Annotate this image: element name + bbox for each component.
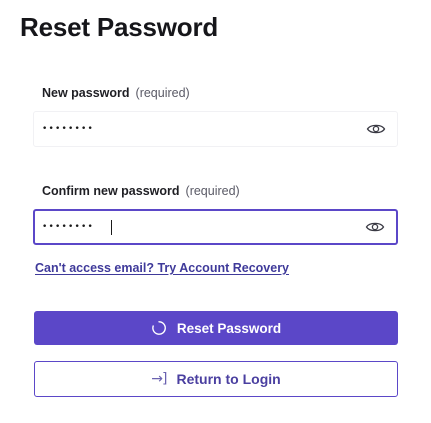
confirm-password-label: Confirm new password (required) <box>42 184 240 198</box>
confirm-password-input[interactable] <box>42 211 342 243</box>
reset-password-button-label: Reset Password <box>176 320 282 336</box>
spinner-icon <box>151 320 167 336</box>
reset-password-button[interactable]: Reset Password <box>34 311 398 345</box>
page-title: Reset Password <box>20 12 219 42</box>
return-to-login-label: Return to Login <box>176 371 281 387</box>
return-to-login-button[interactable]: →] Return to Login <box>34 361 398 397</box>
confirm-password-label-text: Confirm new password <box>42 184 180 198</box>
new-password-required-text: (required) <box>135 86 190 100</box>
confirm-password-field <box>33 209 398 245</box>
text-caret <box>111 220 112 235</box>
confirm-password-required-text: (required) <box>185 184 240 198</box>
login-icon: →] <box>151 371 167 387</box>
new-password-label-text: New password <box>42 86 130 100</box>
new-password-input[interactable] <box>42 112 342 146</box>
eye-icon[interactable] <box>364 219 386 235</box>
eye-icon[interactable] <box>365 121 387 137</box>
account-recovery-link[interactable]: Can't access email? Try Account Recovery <box>35 261 289 275</box>
new-password-field <box>33 111 398 147</box>
new-password-label: New password (required) <box>42 86 190 100</box>
